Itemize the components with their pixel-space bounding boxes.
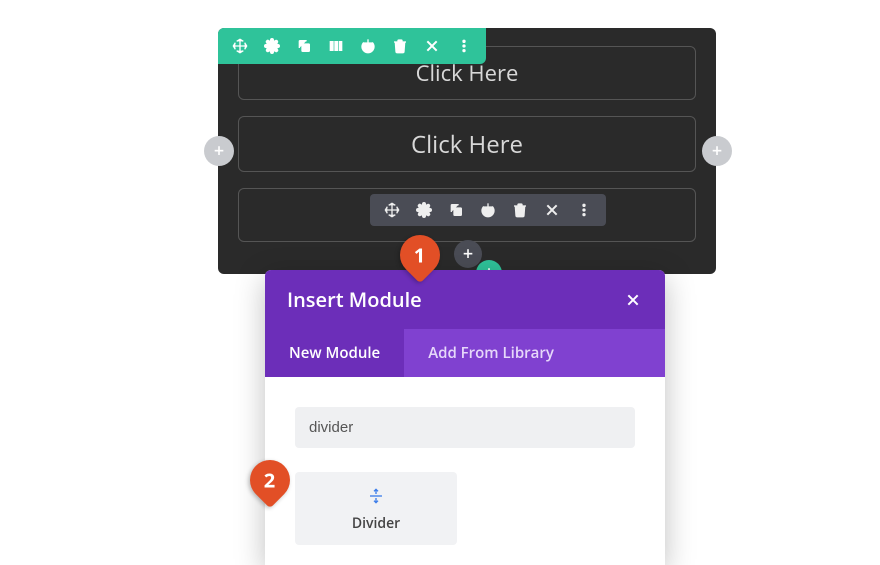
tab-label: New Module — [289, 343, 380, 363]
close-icon[interactable] — [424, 38, 440, 54]
trash-icon[interactable] — [392, 38, 408, 54]
insert-module-modal: Insert Module New Module Add From Librar… — [265, 270, 665, 565]
add-column-right-button[interactable]: + — [702, 136, 732, 166]
module-toolbar — [370, 194, 606, 226]
module-row[interactable]: Click Here — [238, 116, 696, 172]
modal-header: Insert Module — [265, 270, 665, 329]
modal-body: Divider — [265, 377, 665, 565]
module-search-input[interactable] — [295, 407, 635, 448]
gear-icon[interactable] — [264, 38, 280, 54]
plus-icon: + — [463, 242, 473, 266]
module-option-divider[interactable]: Divider — [295, 472, 457, 545]
power-icon[interactable] — [360, 38, 376, 54]
more-icon[interactable] — [576, 202, 592, 218]
columns-icon[interactable] — [328, 38, 344, 54]
add-column-left-button[interactable]: + — [204, 136, 234, 166]
tab-add-from-library[interactable]: Add From Library — [404, 329, 578, 377]
close-icon[interactable] — [544, 202, 560, 218]
power-icon[interactable] — [480, 202, 496, 218]
module-option-label: Divider — [303, 514, 449, 533]
gear-icon[interactable] — [416, 202, 432, 218]
trash-icon[interactable] — [512, 202, 528, 218]
plus-icon: + — [214, 139, 224, 163]
modal-title: Insert Module — [287, 286, 422, 313]
add-module-button[interactable]: + — [454, 240, 482, 268]
plus-icon: + — [712, 139, 722, 163]
modal-close-button[interactable] — [623, 290, 643, 310]
duplicate-icon[interactable] — [296, 38, 312, 54]
modal-tabs: New Module Add From Library — [265, 329, 665, 377]
section-toolbar — [218, 28, 486, 64]
move-icon[interactable] — [232, 38, 248, 54]
duplicate-icon[interactable] — [448, 202, 464, 218]
builder-section: Click Here Click Here Click Here — [218, 28, 716, 274]
module-label: Click Here — [411, 128, 523, 161]
more-icon[interactable] — [456, 38, 472, 54]
divider-icon — [303, 486, 449, 510]
tab-label: Add From Library — [428, 343, 554, 363]
tab-new-module[interactable]: New Module — [265, 329, 404, 377]
move-icon[interactable] — [384, 202, 400, 218]
